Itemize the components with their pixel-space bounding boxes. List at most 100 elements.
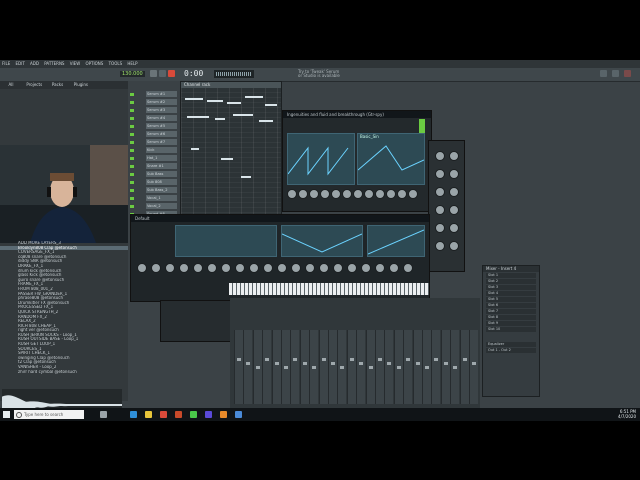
- edge-icon[interactable]: [130, 411, 137, 418]
- channel-row[interactable]: Snare #1: [130, 163, 178, 170]
- knob-control[interactable]: [435, 223, 445, 233]
- mixer-fader[interactable]: [274, 362, 279, 365]
- channel-name-button[interactable]: Serum #5: [146, 123, 177, 129]
- knob-control[interactable]: [353, 189, 363, 199]
- knob-control[interactable]: [435, 241, 445, 251]
- knob-control[interactable]: [449, 241, 459, 251]
- piano-roll-note[interactable]: [207, 100, 223, 102]
- mixer-channel-strip[interactable]: [365, 330, 375, 404]
- mixer-channel-strip[interactable]: [290, 330, 300, 404]
- channel-led-icon[interactable]: [130, 117, 134, 120]
- knob-control[interactable]: [449, 151, 459, 161]
- mixer-fader[interactable]: [396, 366, 401, 369]
- channel-row[interactable]: Hat_1: [130, 155, 178, 162]
- knob-control[interactable]: [386, 189, 396, 199]
- knob-control[interactable]: [397, 189, 407, 199]
- mixer-fader[interactable]: [462, 358, 467, 361]
- piano-roll-note[interactable]: [233, 114, 253, 116]
- channel-name-button[interactable]: Snare #1: [146, 163, 177, 169]
- channel-led-icon[interactable]: [130, 205, 134, 208]
- taskbar-search-box[interactable]: Type here to search: [14, 410, 84, 419]
- mixer-fader[interactable]: [265, 358, 270, 361]
- mixer-channel-strip[interactable]: [252, 330, 262, 404]
- mixer-channel-strip[interactable]: [450, 330, 460, 404]
- channel-row[interactable]: Serum #1: [130, 91, 178, 98]
- knob-control[interactable]: [305, 263, 315, 273]
- piano-roll-note[interactable]: [185, 98, 203, 100]
- menu-edit[interactable]: EDIT: [14, 60, 27, 68]
- knob-control[interactable]: [375, 263, 385, 273]
- knob-control[interactable]: [435, 151, 445, 161]
- menu-file[interactable]: FILE: [0, 60, 12, 68]
- mixer-channel-strip[interactable]: [346, 330, 356, 404]
- mixer-channel-strip[interactable]: [234, 330, 243, 404]
- window-close-icon[interactable]: [624, 70, 631, 77]
- knob-control[interactable]: [151, 263, 161, 273]
- serum-keyboard[interactable]: [229, 283, 429, 295]
- channel-row[interactable]: Serum #4: [130, 115, 178, 122]
- channel-row[interactable]: Serum #2: [130, 99, 178, 106]
- mixer-fader[interactable]: [237, 358, 241, 361]
- mixer-fader[interactable]: [340, 366, 345, 369]
- channel-row[interactable]: Serum #6: [130, 131, 178, 138]
- piano-roll-note[interactable]: [259, 120, 273, 122]
- mixer-output-select[interactable]: Out 1 - Out 2: [486, 348, 536, 353]
- menu-help[interactable]: HELP: [125, 60, 139, 68]
- mixer-fader[interactable]: [443, 362, 448, 365]
- channel-name-button[interactable]: Sub 808: [146, 179, 177, 185]
- mixer-effect-slot[interactable]: Slot 7: [486, 309, 536, 314]
- knob-control[interactable]: [342, 189, 352, 199]
- channel-row[interactable]: Vocal_2: [130, 203, 178, 210]
- mixer-channel-strip[interactable]: [422, 330, 431, 404]
- mixer-effect-slot[interactable]: Slot 1: [486, 273, 536, 278]
- serum-preset-name[interactable]: Ingenuities and fluid and breakthrough (…: [283, 111, 431, 118]
- mixer-channel-strip[interactable]: [431, 330, 441, 404]
- knob-control[interactable]: [375, 189, 385, 199]
- channel-row[interactable]: Kick: [130, 147, 178, 154]
- channel-led-icon[interactable]: [130, 197, 134, 200]
- knob-control[interactable]: [291, 263, 301, 273]
- record-button[interactable]: [168, 70, 175, 77]
- channel-name-button[interactable]: Hat_1: [146, 155, 177, 161]
- knob-control[interactable]: [263, 263, 273, 273]
- mixer-channel-strip[interactable]: [328, 330, 337, 404]
- serum-big-osc-b[interactable]: [281, 225, 363, 257]
- mixer-fader[interactable]: [359, 362, 364, 365]
- mixer-fader[interactable]: [453, 366, 458, 369]
- window-minimize-icon[interactable]: [600, 70, 607, 77]
- piano-roll-note[interactable]: [221, 158, 233, 160]
- knob-control[interactable]: [449, 169, 459, 179]
- serum-osc-b[interactable]: Basic_Sin: [357, 133, 425, 185]
- mixer-fader[interactable]: [246, 362, 251, 365]
- channel-row[interactable]: Sub Bass: [130, 171, 178, 178]
- channel-led-icon[interactable]: [130, 133, 134, 136]
- menu-options[interactable]: OPTIONS: [83, 60, 105, 68]
- knob-control[interactable]: [449, 187, 459, 197]
- knob-control[interactable]: [249, 263, 259, 273]
- serum-big-filter[interactable]: [367, 225, 425, 257]
- knob-control[interactable]: [333, 263, 343, 273]
- channel-led-icon[interactable]: [130, 93, 134, 96]
- piano-roll-note[interactable]: [265, 104, 277, 106]
- channel-led-icon[interactable]: [130, 157, 134, 160]
- mixer-channel-strip[interactable]: [440, 330, 450, 404]
- knob-control[interactable]: [179, 263, 189, 273]
- knob-control[interactable]: [319, 263, 329, 273]
- browser-tab-packs[interactable]: Packs: [47, 81, 69, 89]
- mixer-channel-strip[interactable]: [299, 330, 309, 404]
- knob-control[interactable]: [277, 263, 287, 273]
- menu-tools[interactable]: TOOLS: [107, 60, 125, 68]
- mixer-effect-slot[interactable]: Slot 8: [486, 315, 536, 320]
- chrome-icon[interactable]: [160, 411, 167, 418]
- tempo-display[interactable]: 130.000: [120, 71, 145, 77]
- mixer-channel-strip[interactable]: [243, 330, 253, 404]
- task-view-icon[interactable]: [100, 411, 107, 418]
- fl-studio-icon[interactable]: [220, 411, 227, 418]
- mixer-fader[interactable]: [425, 366, 429, 369]
- stop-button[interactable]: [159, 70, 166, 77]
- mixer-eq-label[interactable]: Equalizer: [486, 342, 536, 347]
- knob-control[interactable]: [449, 223, 459, 233]
- mixer-channel-strip[interactable]: [375, 330, 384, 404]
- channel-name-button[interactable]: Kick: [146, 147, 177, 153]
- browser-tab-projects[interactable]: Projects: [23, 81, 45, 89]
